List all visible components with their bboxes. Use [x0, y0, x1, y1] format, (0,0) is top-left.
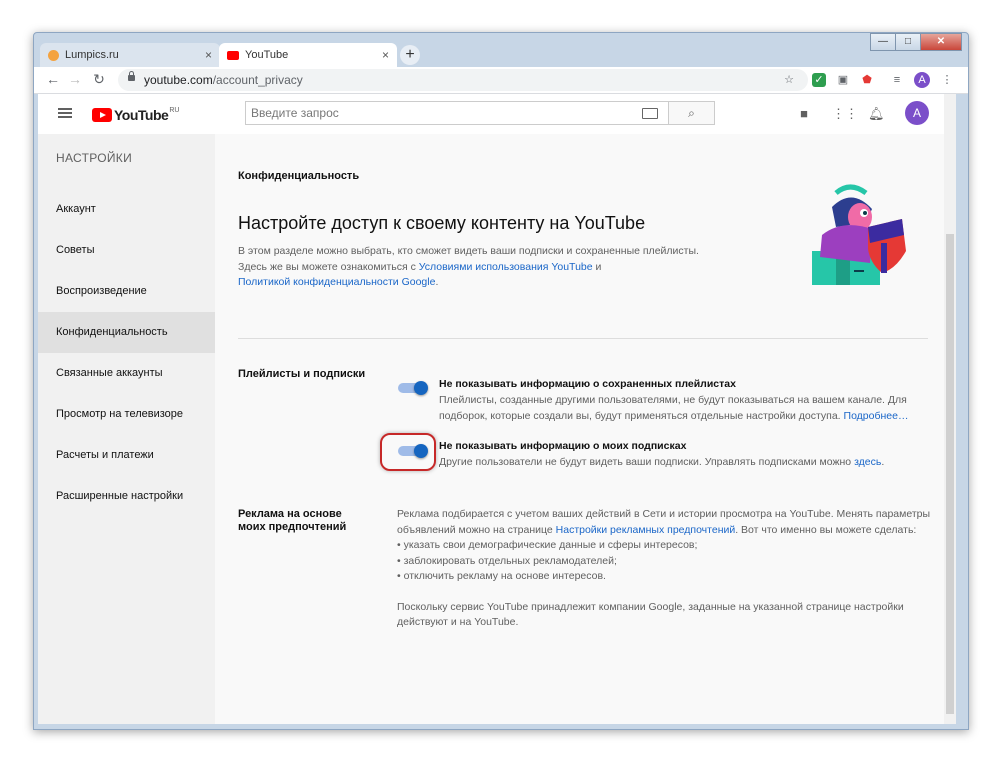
youtube-header: YouTube RU Введите запрос ⌕ ■ ⋮⋮ 🔔︎ A [38, 94, 956, 134]
ad-preferences-link[interactable]: Настройки рекламных предпочтений [556, 524, 736, 536]
option-desc-text: Другие пользователи не будут видеть ваши… [439, 456, 852, 468]
notifications-bell-icon[interactable]: 🔔︎ [868, 106, 885, 122]
tab-close-icon[interactable]: × [382, 48, 389, 62]
page-headline: Настройте доступ к своему контенту на Yo… [238, 213, 646, 233]
settings-sidebar: НАСТРОЙКИ Аккаунт Советы Воспроизведение… [38, 134, 215, 724]
section-title: Конфиденциальность [238, 170, 360, 182]
sidebar-item-connected-accounts[interactable]: Связанные аккаунты [38, 353, 215, 394]
sidebar-item-privacy[interactable]: Конфиденциальность [38, 312, 215, 353]
intro-line: Политикой конфиденциальности Google. [238, 275, 798, 291]
option-desc-text: подборок, которые создали вы, будут прим… [439, 409, 841, 422]
ads-description: Реклама подбирается с учетом ваших дейст… [397, 507, 937, 631]
tab-lumpics[interactable]: Lumpics.ru × [40, 43, 220, 67]
url-host: youtube.com [144, 73, 213, 87]
youtube-page: YouTube RU Введите запрос ⌕ ■ ⋮⋮ 🔔︎ A НА… [38, 94, 956, 724]
sidebar-item-playback[interactable]: Воспроизведение [38, 271, 215, 312]
option-hide-playlists-desc: Плейлисты, созданные другими пользовател… [439, 393, 939, 424]
browser-toolbar: ← → ↻ youtube.com/account_privacy ☆ ✓ ▣ … [34, 67, 968, 94]
forward-arrow-icon[interactable]: → [66, 71, 84, 87]
reload-icon[interactable]: ↻ [90, 71, 108, 88]
toggle-knob [414, 381, 428, 395]
intro-text-part: Здесь же вы можете ознакомиться с [238, 260, 416, 273]
toggle-knob [414, 444, 428, 458]
ads-footer-line: Поскольку сервис YouTube принадлежит ком… [397, 600, 904, 613]
tab-title: YouTube [245, 49, 289, 61]
option-desc-text: . [881, 456, 885, 468]
search-input[interactable]: Введите запрос [245, 101, 669, 125]
account-avatar[interactable]: A [905, 101, 929, 125]
privacy-policy-link[interactable]: Политикой конфиденциальности Google [238, 276, 435, 288]
manage-subscriptions-link[interactable]: здесь [854, 456, 881, 468]
privacy-illustration [812, 184, 906, 285]
youtube-logo[interactable]: YouTube RU [92, 107, 179, 123]
tab-title: Lumpics.ru [65, 49, 119, 61]
extension-shield-icon[interactable]: ✓ [812, 73, 826, 87]
lumpics-favicon-icon [48, 49, 59, 61]
hamburger-menu-icon[interactable] [58, 108, 72, 110]
close-window-button[interactable]: ✕ [920, 33, 962, 51]
sidebar-item-billing[interactable]: Расчеты и платежи [38, 435, 215, 476]
browser-menu-icon[interactable]: ⋮ [940, 73, 954, 87]
url-path: /account_privacy [212, 73, 303, 87]
option-desc-line: подборок, которые создали вы, будут прим… [439, 409, 939, 425]
intro-text-part: и [595, 260, 602, 273]
ads-bullet: • заблокировать отдельных рекламодателей… [397, 554, 617, 567]
window-controls: — □ ✕ [870, 33, 962, 51]
playlists-section-label: Плейлисты и подписки [238, 368, 366, 380]
extension-camera-icon[interactable]: ▣ [836, 73, 850, 87]
tab-youtube[interactable]: YouTube × [219, 43, 397, 67]
intro-text: В этом разделе можно выбрать, кто сможет… [238, 244, 798, 291]
toggle-hide-saved-playlists[interactable] [398, 380, 432, 396]
tab-close-icon[interactable]: × [205, 48, 212, 62]
ads-text-part: . Вот что именно вы можете сделать: [735, 523, 917, 536]
sidebar-item-account[interactable]: Аккаунт [38, 189, 215, 230]
ads-section-label: Реклама на основе моих предпочтений [238, 508, 346, 534]
browser-window: — □ ✕ Lumpics.ru × YouTube × + ← → ↻ you… [33, 32, 969, 730]
sidebar-item-watch-on-tv[interactable]: Просмотр на телевизоре [38, 394, 215, 435]
address-bar[interactable]: youtube.com/account_privacy [118, 69, 808, 91]
option-hide-subscriptions-title: Не показывать информацию о моих подписка… [439, 440, 687, 452]
sidebar-heading: НАСТРОЙКИ [56, 151, 133, 165]
apps-grid-icon[interactable]: ⋮⋮ [832, 106, 858, 122]
page-scrollbar[interactable] [944, 94, 956, 724]
ads-text-line: объявлений можно на странице Настройки р… [397, 523, 937, 539]
terms-link[interactable]: Условиями использования YouTube [419, 261, 593, 273]
lock-icon [128, 71, 135, 81]
maximize-button[interactable]: □ [895, 33, 921, 51]
new-tab-button[interactable]: + [400, 45, 420, 65]
youtube-logo-text: YouTube [114, 107, 169, 123]
scrollbar-thumb[interactable] [946, 234, 954, 714]
sidebar-item-advanced[interactable]: Расширенные настройки [38, 476, 215, 517]
option-hide-subscriptions-desc: Другие пользователи не будут видеть ваши… [439, 455, 939, 471]
ads-bullet: • указать свои демографические данные и … [397, 539, 698, 551]
minimize-button[interactable]: — [870, 33, 896, 51]
ads-text-line: Реклама подбирается с учетом ваших дейст… [397, 508, 931, 520]
section-divider [238, 338, 928, 339]
learn-more-link[interactable]: Подробнее… [844, 410, 909, 422]
keyboard-icon[interactable] [642, 108, 658, 119]
ads-bullet: • отключить рекламу на основе интересов. [397, 570, 606, 582]
profile-avatar[interactable]: A [914, 72, 930, 88]
option-hide-playlists-title: Не показывать информацию о сохраненных п… [439, 378, 736, 390]
create-video-icon[interactable]: ■ [796, 106, 812, 122]
sidebar-item-tips[interactable]: Советы [38, 230, 215, 271]
intro-line: В этом разделе можно выбрать, кто сможет… [238, 245, 699, 257]
ads-text-part: объявлений можно на странице [397, 523, 553, 536]
intro-line: Здесь же вы можете ознакомиться с Услови… [238, 260, 798, 276]
youtube-play-icon [92, 108, 112, 122]
option-desc-line: Плейлисты, созданные другими пользовател… [439, 394, 907, 406]
intro-text-part: . [435, 276, 439, 288]
back-arrow-icon[interactable]: ← [44, 71, 62, 87]
toggle-hide-subscriptions[interactable] [398, 443, 432, 459]
ads-footer-line: действуют и на YouTube. [397, 616, 519, 628]
media-queue-icon[interactable]: ≡ [890, 73, 904, 87]
bookmark-star-icon[interactable]: ☆ [782, 73, 796, 87]
youtube-favicon-icon [227, 50, 239, 60]
youtube-region: RU [169, 107, 180, 114]
extension-adblock-icon[interactable]: ⬟ [860, 73, 874, 87]
search-button[interactable]: ⌕ [668, 101, 715, 125]
search-icon: ⌕ [688, 106, 695, 120]
ads-label-line: моих предпочтений [238, 521, 347, 533]
ads-label-line: Реклама на основе [238, 508, 342, 520]
